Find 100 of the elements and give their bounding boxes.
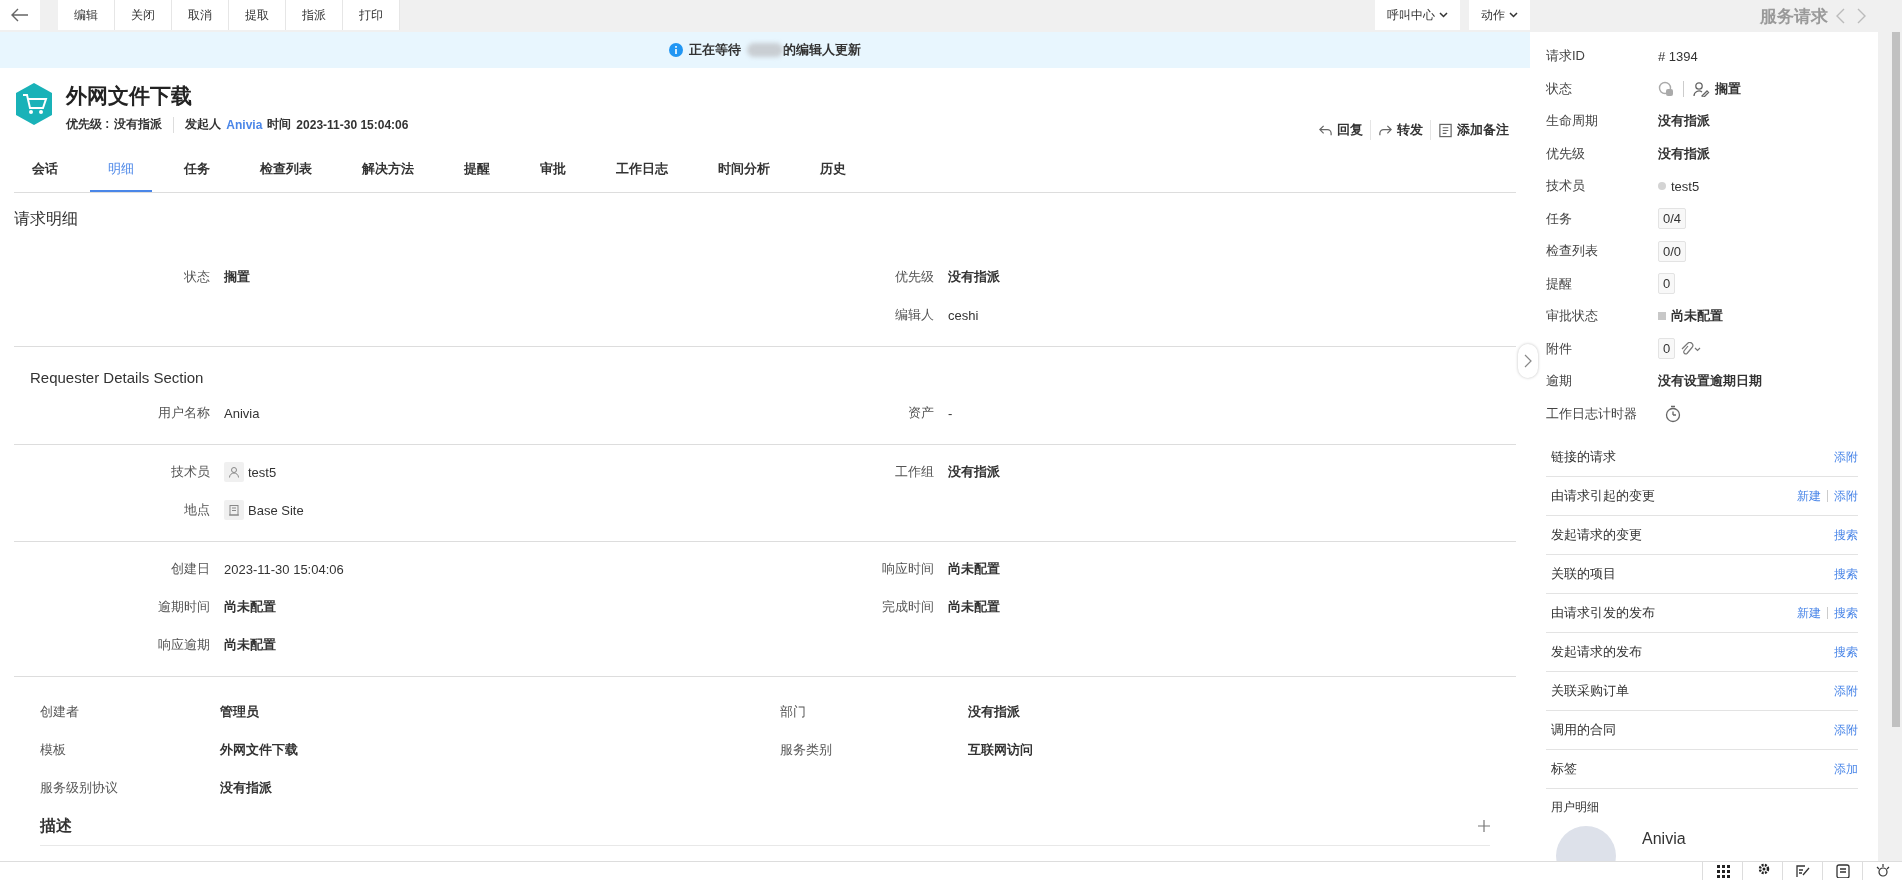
clock-pause-icon xyxy=(1658,80,1674,97)
field-value: 尚未配置 xyxy=(948,560,1000,578)
field-label: 任务 xyxy=(1546,209,1573,228)
field-label: 创建者 xyxy=(40,703,80,721)
request-title: 外网文件下载 xyxy=(66,83,193,109)
related-label: 关联的项目 xyxy=(1551,565,1616,583)
related-label: 由请求引发的发布 xyxy=(1551,604,1655,622)
panel-title: 服务请求 xyxy=(1760,5,1828,28)
action-link[interactable]: 添附 xyxy=(1834,721,1858,739)
field-label: 编辑人 xyxy=(894,306,934,324)
action-link[interactable]: 搜索 xyxy=(1834,643,1858,661)
field-value: 外网文件下载 xyxy=(220,741,299,759)
action-link[interactable]: 添附 xyxy=(1834,682,1858,700)
user-name: Anivia xyxy=(1642,829,1686,849)
section-title: 用户明细 xyxy=(1551,800,1599,814)
tab[interactable]: 明细 xyxy=(90,148,152,192)
back-arrow-icon xyxy=(11,8,29,22)
reply-button[interactable]: 回复 xyxy=(1311,120,1370,140)
tab[interactable]: 会话 xyxy=(14,148,76,192)
field-label: 检查列表 xyxy=(1546,242,1599,261)
field-value: 没有指派 xyxy=(220,779,273,797)
action-link[interactable]: 添附 xyxy=(1834,487,1858,505)
caret-icon xyxy=(1439,12,1448,18)
field-value: 2023-11-30 15:04:06 xyxy=(224,561,344,577)
count-badge: 0/4 xyxy=(1658,208,1687,230)
blurred-text xyxy=(747,43,783,57)
caret-icon xyxy=(1509,12,1518,18)
tab[interactable]: 检查列表 xyxy=(242,148,330,192)
paperclip-icon[interactable] xyxy=(1680,341,1703,356)
action-link[interactable]: 添附 xyxy=(1834,448,1858,466)
count-badge: 0 xyxy=(1658,338,1676,360)
count-badge: 0/0 xyxy=(1658,240,1687,262)
field-label: 审批状态 xyxy=(1546,307,1599,326)
field-value: 没有指派 xyxy=(968,703,1021,721)
field-label: 请求ID xyxy=(1546,47,1586,66)
field-label: 优先级 xyxy=(894,268,934,286)
tab[interactable]: 工作日志 xyxy=(598,148,686,192)
field-label: 技术员 xyxy=(170,463,210,481)
field-label: 完成时间 xyxy=(881,598,934,616)
requester-link[interactable]: Anivia xyxy=(226,117,263,132)
tab[interactable]: 审批 xyxy=(522,148,584,192)
related-label: 发起请求的变更 xyxy=(1551,526,1642,544)
dropdown-button[interactable]: 呼叫中心 xyxy=(1375,0,1460,30)
user-icon xyxy=(224,462,244,482)
field-value: test5 xyxy=(248,464,277,480)
scrollbar-thumb[interactable] xyxy=(1892,32,1900,727)
action-link[interactable]: 搜索 xyxy=(1834,604,1858,622)
field-value: 搁置 xyxy=(224,268,250,286)
info-icon xyxy=(669,43,683,57)
field-value: 尚未配置 xyxy=(224,598,276,616)
field-label: 响应时间 xyxy=(881,560,934,578)
tab[interactable]: 解决方法 xyxy=(344,148,432,192)
stopwatch-icon[interactable] xyxy=(1664,404,1682,423)
related-label: 标签 xyxy=(1551,760,1577,778)
user-edit-icon xyxy=(1693,80,1710,97)
related-label: 链接的请求 xyxy=(1551,448,1616,466)
meta-label: 时间 xyxy=(267,116,292,133)
related-label: 由请求引起的变更 xyxy=(1551,487,1655,505)
field-label: 部门 xyxy=(780,703,807,721)
field-label: 工作组 xyxy=(894,463,934,481)
field-label: 生命周期 xyxy=(1546,112,1599,131)
field-value: # 1394 xyxy=(1658,48,1698,64)
forward-button[interactable]: 转发 xyxy=(1370,120,1430,140)
section-title: Requester Details Section xyxy=(29,368,205,388)
count-badge: 0 xyxy=(1658,273,1676,295)
field-label: 状态 xyxy=(1546,79,1573,98)
tab[interactable]: 历史 xyxy=(802,148,864,192)
field-label: 创建日 xyxy=(170,560,210,578)
note-button[interactable]: 添加备注 xyxy=(1430,120,1516,140)
field-value: 没有指派 xyxy=(1658,144,1710,163)
field-value: 没有指派 xyxy=(1658,112,1710,131)
tab[interactable]: 时间分析 xyxy=(700,148,788,192)
meta-label: 发起人 xyxy=(185,116,222,133)
field-label: 附件 xyxy=(1546,339,1573,358)
action-link[interactable]: 新建 xyxy=(1797,487,1821,505)
field-value: 搁置 xyxy=(1715,79,1741,98)
action-link[interactable]: 添加 xyxy=(1834,760,1858,778)
field-value: Base Site xyxy=(248,502,304,518)
meta-label: 优先级 : xyxy=(66,116,110,133)
banner-text: 正在等待 xyxy=(689,41,741,59)
related-label: 关联采购订单 xyxy=(1551,682,1629,700)
expand-handle[interactable] xyxy=(1518,344,1538,378)
field-value: - xyxy=(948,405,953,421)
field-value: 没有指派 xyxy=(948,463,1000,481)
field-value: 尚未配置 xyxy=(948,598,1000,616)
tab[interactable]: 任务 xyxy=(166,148,228,192)
tab[interactable]: 提醒 xyxy=(446,148,508,192)
action-link[interactable]: 新建 xyxy=(1797,604,1821,622)
back-button[interactable] xyxy=(0,0,40,30)
section-title: 描述 xyxy=(40,815,72,836)
plus-icon[interactable] xyxy=(1478,820,1490,832)
field-value: 尚未配置 xyxy=(1671,307,1723,326)
field-label: 服务级别协议 xyxy=(40,779,119,797)
field-label: 工作日志计时器 xyxy=(1546,404,1638,423)
dropdown-button[interactable]: 动作 xyxy=(1469,0,1530,30)
action-link[interactable]: 搜索 xyxy=(1834,565,1858,583)
action-link[interactable]: 搜索 xyxy=(1834,526,1858,544)
field-value: 尚未配置 xyxy=(224,636,276,654)
note-icon xyxy=(1438,122,1453,138)
field-label: 优先级 xyxy=(1546,144,1586,163)
